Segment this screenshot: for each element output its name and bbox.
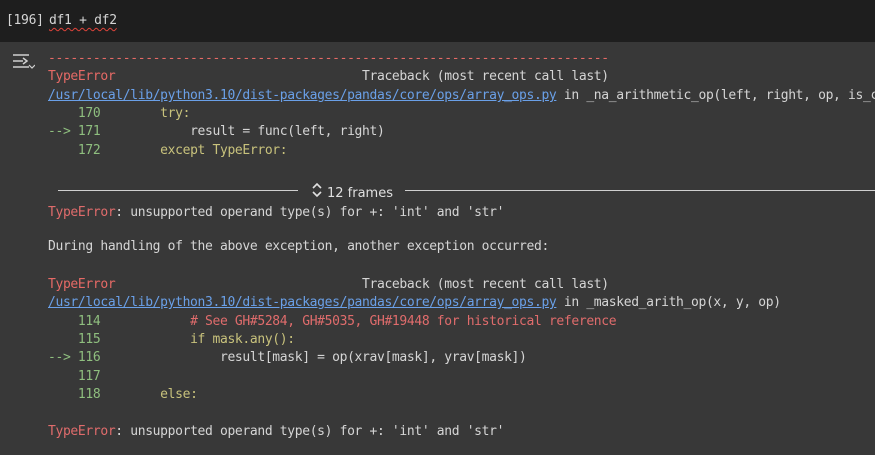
error-name: TypeError <box>48 205 116 220</box>
line-number: --> 116 <box>48 350 101 365</box>
line-code: if mask.any(): <box>100 332 295 347</box>
error-name: TypeError <box>48 277 116 292</box>
traceback-label: Traceback (most recent call last) <box>115 277 609 292</box>
line-code: except TypeError: <box>100 143 288 158</box>
error-text: : unsupported operand type(s) for +: 'in… <box>115 205 505 220</box>
code-input-cell[interactable]: [196] df1 + df2 <box>0 0 875 42</box>
show-frames-button[interactable]: 12 frames <box>311 181 393 201</box>
error-name: TypeError <box>48 424 116 439</box>
line-code: result[mask] = op(xrav[mask], yrav[mask]… <box>100 350 527 365</box>
function-signature: in _na_arithmetic_op(left, right, op, is… <box>556 88 875 103</box>
line-number: 172 <box>48 143 101 158</box>
traceback-header: TypeError Traceback (most recent call la… <box>48 68 609 86</box>
line-code: try: <box>100 106 191 121</box>
line-number: 117 <box>48 369 101 384</box>
hidden-frames-toggle: 12 frames <box>58 181 875 201</box>
function-signature: in _masked_arith_op(x, y, op) <box>556 295 781 310</box>
error-name: TypeError <box>48 69 116 84</box>
chained-exception-note: During handling of the above exception, … <box>48 239 549 254</box>
code-line: --> 171 result = func(left, right) <box>48 123 385 141</box>
code-line: 115 if mask.any(): <box>48 331 295 349</box>
execution-count: [196] <box>6 13 44 28</box>
code-line: 117 <box>48 368 101 386</box>
frames-count-label: 12 frames <box>327 186 393 201</box>
error-message: TypeError: unsupported operand type(s) f… <box>48 423 504 441</box>
line-number: 114 <box>48 314 101 329</box>
error-message: TypeError: unsupported operand type(s) f… <box>48 204 504 222</box>
line-code: # See GH#5284, GH#5035, GH#19448 for his… <box>100 314 617 329</box>
code-editor[interactable]: df1 + df2 <box>49 13 117 28</box>
source-file-link[interactable]: /usr/local/lib/python3.10/dist-packages/… <box>48 295 557 310</box>
line-number: 170 <box>48 106 101 121</box>
traceback-location: /usr/local/lib/python3.10/dist-packages/… <box>48 87 875 105</box>
traceback-location: /usr/local/lib/python3.10/dist-packages/… <box>48 294 781 312</box>
traceback-header: TypeError Traceback (most recent call la… <box>48 276 609 294</box>
code-line: 170 try: <box>48 105 191 123</box>
code-text: df1 + df2 <box>49 13 117 28</box>
code-line: 118 else: <box>48 386 198 404</box>
divider <box>58 190 298 191</box>
error-text: : unsupported operand type(s) for +: 'in… <box>115 424 505 439</box>
line-code: else: <box>100 387 198 402</box>
traceback-label: Traceback (most recent call last) <box>115 69 609 84</box>
code-line: 172 except TypeError: <box>48 142 288 160</box>
line-number: 115 <box>48 332 101 347</box>
line-number: 118 <box>48 387 101 402</box>
line-number: --> 171 <box>48 124 101 139</box>
code-line: --> 116 result[mask] = op(xrav[mask], yr… <box>48 349 527 367</box>
source-file-link[interactable]: /usr/local/lib/python3.10/dist-packages/… <box>48 88 557 103</box>
line-code: result = func(left, right) <box>100 124 385 139</box>
traceback-separator: ----------------------------------------… <box>48 51 609 66</box>
unfold-chevron-icon <box>311 181 323 206</box>
divider <box>405 190 875 191</box>
code-line: 114 # See GH#5284, GH#5035, GH#19448 for… <box>48 313 617 331</box>
output-collapse-icon[interactable] <box>9 50 36 72</box>
